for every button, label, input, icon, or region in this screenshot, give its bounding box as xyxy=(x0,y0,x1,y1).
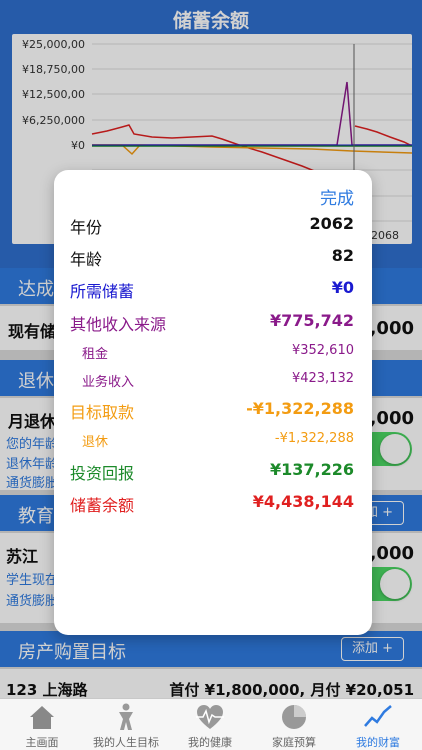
investment-return-value: ¥137,226 xyxy=(269,460,354,479)
goal-withdrawal-value: -¥1,322,288 xyxy=(246,399,354,418)
rent-label: 租金 xyxy=(82,347,109,362)
done-button[interactable]: 完成 xyxy=(320,184,354,209)
popup-row-investment-return: 投资回报 ¥137,226 xyxy=(70,460,354,486)
popup-row-required-savings: 所需储蓄 ¥0 xyxy=(70,278,354,304)
budget-pie-icon xyxy=(282,705,306,729)
popup-row-goal-withdrawal: 目标取款 -¥1,322,288 xyxy=(70,399,354,425)
rent-value: ¥352,610 xyxy=(291,343,354,358)
year-label: 年份 xyxy=(70,218,103,237)
required-savings-value: ¥0 xyxy=(331,278,354,297)
other-income-label: 其他收入来源 xyxy=(70,315,167,334)
age-value: 82 xyxy=(331,246,354,265)
popup-row-other-income: 其他收入来源 ¥775,742 xyxy=(70,311,354,337)
investment-return-label: 投资回报 xyxy=(70,464,135,483)
wealth-chart-icon xyxy=(364,705,392,727)
tab-health-label: 我的健康 xyxy=(188,736,232,749)
tab-home[interactable]: 主画面 xyxy=(0,699,84,750)
popup-row-year: 年份 2062 xyxy=(70,214,354,240)
age-label: 年龄 xyxy=(70,250,103,269)
popup-row-savings-balance: 储蓄余额 ¥4,438,144 xyxy=(70,492,354,518)
popup-row-rent: 租金 ¥352,610 xyxy=(70,340,354,366)
tab-budget-label: 家庭预算 xyxy=(272,736,316,749)
required-savings-label: 所需储蓄 xyxy=(70,282,135,301)
goal-withdrawal-label: 目标取款 xyxy=(70,403,135,422)
tab-budget[interactable]: 家庭预算 xyxy=(252,699,336,750)
popup-row-age: 年龄 82 xyxy=(70,246,354,272)
retirement-value: -¥1,322,288 xyxy=(274,431,354,446)
savings-balance-label: 储蓄余额 xyxy=(70,496,135,515)
popup-row-business-income: 业务收入 ¥423,132 xyxy=(70,368,354,394)
year-value: 2062 xyxy=(309,214,354,233)
retirement-label: 退休 xyxy=(82,435,109,450)
health-heart-icon xyxy=(196,705,224,729)
goal-person-icon xyxy=(119,703,133,730)
business-income-value: ¥423,132 xyxy=(291,371,354,386)
tab-life-goals-label: 我的人生目标 xyxy=(93,736,159,749)
tab-life-goals[interactable]: 我的人生目标 xyxy=(84,699,168,750)
tab-bar: 主画面 我的人生目标 我的健康 家庭预算 我的财富 xyxy=(0,698,422,750)
savings-balance-value: ¥4,438,144 xyxy=(252,492,354,511)
tab-wealth-label: 我的财富 xyxy=(356,736,400,749)
popup-row-retirement: 退休 -¥1,322,288 xyxy=(70,428,354,454)
tab-home-label: 主画面 xyxy=(25,736,59,749)
home-icon xyxy=(30,706,54,729)
tab-health[interactable]: 我的健康 xyxy=(168,699,252,750)
business-income-label: 业务收入 xyxy=(82,375,135,390)
year-detail-popup: 完成 年份 2062 年龄 82 所需储蓄 ¥0 其他收入来源 ¥775,742… xyxy=(54,170,372,635)
tab-wealth[interactable]: 我的财富 xyxy=(336,699,420,750)
other-income-value: ¥775,742 xyxy=(269,311,354,330)
